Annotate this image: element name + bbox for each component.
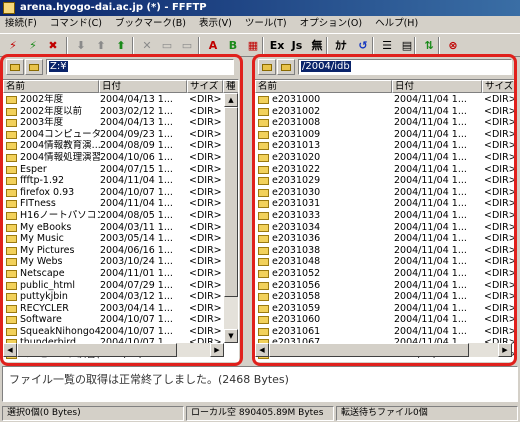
menu-command[interactable]: コマンド(C) xyxy=(45,16,107,32)
menu-help[interactable]: ヘルプ(H) xyxy=(370,16,423,32)
status-selected: 選択0個(0 Bytes) xyxy=(2,406,184,421)
title-bar: arena.hyogo-dai.ac.jp (*) - FFFTP xyxy=(0,0,520,16)
auto-mode-icon: ▦ xyxy=(247,39,259,52)
disconnect-button[interactable]: ✖ xyxy=(44,37,62,55)
toolbar-separator xyxy=(438,37,440,55)
refresh-icon: ↺ xyxy=(358,39,368,52)
status-local-free: ローカル空 890405.89M Bytes xyxy=(186,406,334,421)
menu-bar: 接続(F) コマンド(C) ブックマーク(B) 表示(V) ツール(T) オプシ… xyxy=(0,16,520,32)
rename-icon: ▭ xyxy=(161,39,173,52)
upload-icon: ⬆ xyxy=(96,39,106,52)
quick-connect-icon: ⚡ xyxy=(29,39,37,52)
no-convert-icon: 無 xyxy=(311,39,323,52)
delete-button[interactable]: ✕ xyxy=(138,37,156,55)
upload-button[interactable]: ⬆ xyxy=(92,37,110,55)
jis-kanji-icon: Js xyxy=(291,39,303,52)
binary-mode-button[interactable]: B xyxy=(224,37,242,55)
connect-button[interactable]: ⚡ xyxy=(4,37,22,55)
list-view-button[interactable]: ☰ xyxy=(378,37,396,55)
kana-convert-button[interactable]: ｶﾅ xyxy=(332,37,350,55)
toolbar-separator xyxy=(198,37,200,55)
rename-button[interactable]: ▭ xyxy=(158,37,176,55)
toolbar-separator xyxy=(66,37,68,55)
list-view-icon: ☰ xyxy=(382,39,392,52)
log-panel: ファイル一覧の取得は正常終了しました。(2468 Bytes) xyxy=(2,366,518,402)
status-transfer-queue: 転送待ちファイル0個 xyxy=(336,406,518,421)
stop-button[interactable]: ⊗ xyxy=(444,37,462,55)
mkdir-button[interactable]: ▭ xyxy=(178,37,196,55)
window-title: arena.hyogo-dai.ac.jp (*) - FFFTP xyxy=(20,2,207,13)
host-kanji-icon: Ex xyxy=(269,39,285,52)
menu-bookmark[interactable]: ブックマーク(B) xyxy=(110,16,191,32)
refresh-button[interactable]: ↺ xyxy=(354,37,372,55)
disconnect-icon: ✖ xyxy=(48,39,58,52)
download-button[interactable]: ⬇ xyxy=(72,37,90,55)
ascii-mode-button[interactable]: A xyxy=(204,37,222,55)
sync-folder-button[interactable]: ⇅ xyxy=(420,37,438,55)
mirror-upload-icon: ⬆ xyxy=(116,39,126,52)
menu-options[interactable]: オプション(O) xyxy=(295,16,367,32)
connect-icon: ⚡ xyxy=(9,39,17,52)
host-kanji-button[interactable]: Ex xyxy=(268,37,286,55)
menu-connect[interactable]: 接続(F) xyxy=(0,16,42,32)
menu-view[interactable]: 表示(V) xyxy=(194,16,237,32)
ascii-mode-icon: A xyxy=(208,39,218,52)
toolbar-separator xyxy=(372,37,374,55)
mkdir-icon: ▭ xyxy=(181,39,193,52)
no-convert-button[interactable]: 無 xyxy=(308,37,326,55)
toolbar-separator xyxy=(132,37,134,55)
jis-kanji-button[interactable]: Js xyxy=(288,37,306,55)
toolbar-separator xyxy=(326,37,328,55)
download-icon: ⬇ xyxy=(76,39,86,52)
detail-view-button[interactable]: ▤ xyxy=(398,37,416,55)
delete-icon: ✕ xyxy=(142,39,152,52)
mirror-upload-button[interactable]: ⬆ xyxy=(112,37,130,55)
toolbar-separator xyxy=(262,37,264,55)
app-icon xyxy=(3,2,15,14)
remote-pane-highlight xyxy=(252,54,517,366)
stop-icon: ⊗ xyxy=(448,39,458,52)
kana-convert-icon: ｶﾅ xyxy=(335,39,347,52)
detail-view-icon: ▤ xyxy=(401,39,413,52)
auto-mode-button[interactable]: ▦ xyxy=(244,37,262,55)
status-bar: 選択0個(0 Bytes) ローカル空 890405.89M Bytes 転送待… xyxy=(0,404,520,422)
sync-folder-icon: ⇅ xyxy=(424,39,434,52)
binary-mode-icon: B xyxy=(228,39,238,52)
local-pane-highlight xyxy=(0,54,243,366)
menu-tools[interactable]: ツール(T) xyxy=(240,16,292,32)
quick-connect-button[interactable]: ⚡ xyxy=(24,37,42,55)
log-message: ファイル一覧の取得は正常終了しました。(2468 Bytes) xyxy=(9,373,289,386)
